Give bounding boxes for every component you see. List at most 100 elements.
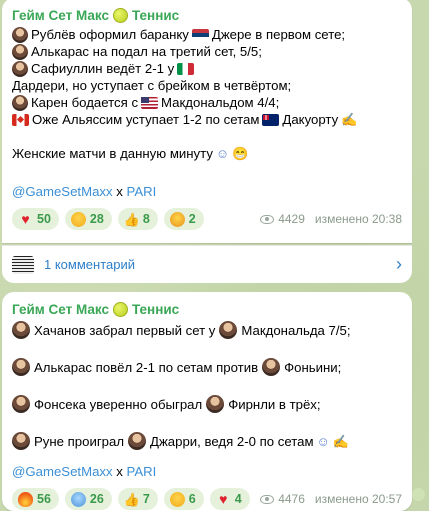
player-avatar-icon: [12, 321, 30, 339]
tennis-ball-icon: [112, 7, 128, 23]
edited-time: изменено 20:57: [314, 492, 402, 506]
message-line: Оже Альяссим уступает 1-2 по сетам Дакуо…: [12, 111, 402, 128]
player-avatar-icon: [262, 358, 281, 376]
player-avatar-icon: [12, 358, 30, 376]
message-line: Алькарас на подал на третий сет, 5/5;: [12, 43, 402, 60]
channel-link[interactable]: @GameSetMaxx: [12, 184, 113, 199]
player-avatar-icon: [12, 94, 28, 111]
reaction-fire[interactable]: 56: [12, 488, 59, 510]
reaction-count: 56: [37, 492, 51, 506]
reaction-count: 2: [188, 212, 196, 226]
channel-title[interactable]: Гейм Сет Макс: [12, 302, 109, 317]
line-text: Хачанов забрал первый сет у: [34, 322, 216, 338]
link-separator: x: [116, 464, 123, 479]
grin-icon: 😁: [232, 146, 249, 161]
link-separator: x: [116, 184, 123, 199]
reaction-count: 7: [142, 492, 150, 506]
reaction-count: 6: [188, 492, 196, 506]
serbia-flag-icon: [191, 28, 209, 41]
line-text: Джарри, ведя 2-0 по сетам: [150, 433, 314, 449]
reaction-count: 8: [142, 212, 150, 226]
message-line: Женские матчи в данную минуту ☺ 😁: [12, 145, 402, 162]
line-text: Карен бодается с: [31, 95, 139, 110]
reaction-thumbs-up[interactable]: 👍 8: [117, 208, 158, 230]
channel-name[interactable]: Гейм Сет Макс Теннис: [12, 6, 402, 24]
player-avatar-icon: [128, 432, 147, 450]
player-avatar-icon: [206, 395, 225, 413]
channel-name[interactable]: Гейм Сет Макс Теннис: [12, 300, 402, 318]
line-text: Женские матчи в данную минуту: [12, 146, 213, 161]
line-text: Фирнли в трёх;: [228, 396, 321, 412]
share-button[interactable]: [412, 488, 425, 501]
player-avatar-icon: [12, 432, 30, 450]
line-text: Дакуорту: [282, 112, 339, 127]
australia-flag-icon: [262, 113, 280, 126]
message-line: Сафиуллин ведёт 2-1 у Дардери, но уступа…: [12, 60, 402, 94]
reaction-count: 28: [89, 212, 104, 226]
player-avatar-icon: [12, 60, 28, 77]
edited-time: изменено 20:38: [314, 212, 402, 226]
writing-hand-icon: ✍: [341, 112, 358, 127]
scream-icon: [70, 491, 86, 507]
message-line: Хачанов забрал первый сет у Макдональда …: [12, 320, 402, 340]
channel-link[interactable]: @GameSetMaxx: [12, 464, 113, 479]
reaction-heart[interactable]: ♥ 4: [209, 488, 250, 510]
line-text: Дардери, но уступает с брейком в четвёрт…: [12, 78, 292, 93]
comments-label: 1 комментарий: [44, 257, 135, 272]
comments-button[interactable]: 1 комментарий ›: [2, 245, 412, 283]
line-text: Макдональдом 4/4;: [161, 95, 280, 110]
reactions-bar: ♥ 50 28 👍 8 2 4429 изменено 20:38: [12, 207, 402, 231]
channel-title[interactable]: Гейм Сет Макс: [12, 8, 109, 23]
reaction-count: 4: [234, 492, 242, 506]
pari-link[interactable]: PARI: [127, 184, 157, 199]
message-bubble[interactable]: Гейм Сет Макс Теннис Рублёв оформил бара…: [2, 0, 412, 243]
message-line: Фонсека уверенно обыграл Фирнли в трёх;: [12, 394, 402, 414]
line-text: Фоньини;: [284, 359, 342, 375]
message-line: Карен бодается с Макдональдом 4/4;: [12, 94, 402, 111]
reaction-thumbs-up[interactable]: 👍 7: [117, 488, 158, 510]
eye-icon: [260, 494, 275, 504]
grin-icon: [169, 491, 185, 507]
pari-link[interactable]: PARI: [127, 464, 157, 479]
fire-icon: [18, 491, 33, 507]
line-text: Руне проиграл: [34, 433, 125, 449]
thumbs-up-icon: 👍: [123, 211, 140, 227]
line-text: Рублёв оформил баранку: [31, 27, 189, 42]
writing-hand-icon: ✍: [332, 433, 349, 449]
reaction-scream[interactable]: 26: [64, 488, 112, 510]
reaction-grin[interactable]: 6: [163, 488, 204, 510]
message-meta: 4476 изменено 20:57: [260, 492, 402, 506]
channel-title-suffix: Теннис: [131, 301, 180, 317]
message-line: Рублёв оформил баранку Джере в первом се…: [12, 26, 402, 43]
player-avatar-icon: [12, 395, 30, 413]
grin-icon: [70, 211, 86, 227]
tennis-ball-icon: [112, 301, 128, 317]
heart-icon: ♥: [21, 210, 30, 227]
people-icon: ☺: [316, 433, 330, 449]
reaction-shocked[interactable]: 2: [163, 208, 204, 230]
reaction-heart[interactable]: ♥ 50: [12, 208, 59, 230]
italy-flag-icon: [177, 62, 195, 75]
reaction-count: 26: [89, 492, 104, 506]
message-bubble[interactable]: Гейм Сет Макс Теннис Хачанов забрал перв…: [2, 292, 412, 511]
line-text: Макдональда 7/5;: [241, 322, 351, 338]
footer-links: @GameSetMaxx x PARI: [12, 463, 402, 481]
footer-links: @GameSetMaxx x PARI: [12, 183, 402, 201]
reactions-bar: 56 26 👍 7 6 ♥ 4 4476 изменено 20:57: [12, 487, 402, 511]
reaction-count: 50: [37, 212, 51, 226]
reaction-grin[interactable]: 28: [64, 208, 112, 230]
player-avatar-icon: [12, 43, 28, 60]
thumbs-up-icon: 👍: [123, 491, 140, 507]
player-avatar-icon: [219, 321, 238, 339]
chevron-right-icon: ›: [396, 254, 402, 274]
message-line: Руне проиграл Джарри, ведя 2-0 по сетам …: [12, 431, 402, 451]
eye-icon: [260, 214, 275, 224]
line-text: Фонсека уверенно обыграл: [34, 396, 203, 412]
message-line: Алькарас повёл 2-1 по сетам против Фоньи…: [12, 357, 402, 377]
message-meta: 4429 изменено 20:38: [260, 212, 402, 226]
shocked-icon: [169, 211, 185, 227]
view-count: 4476: [278, 492, 305, 506]
